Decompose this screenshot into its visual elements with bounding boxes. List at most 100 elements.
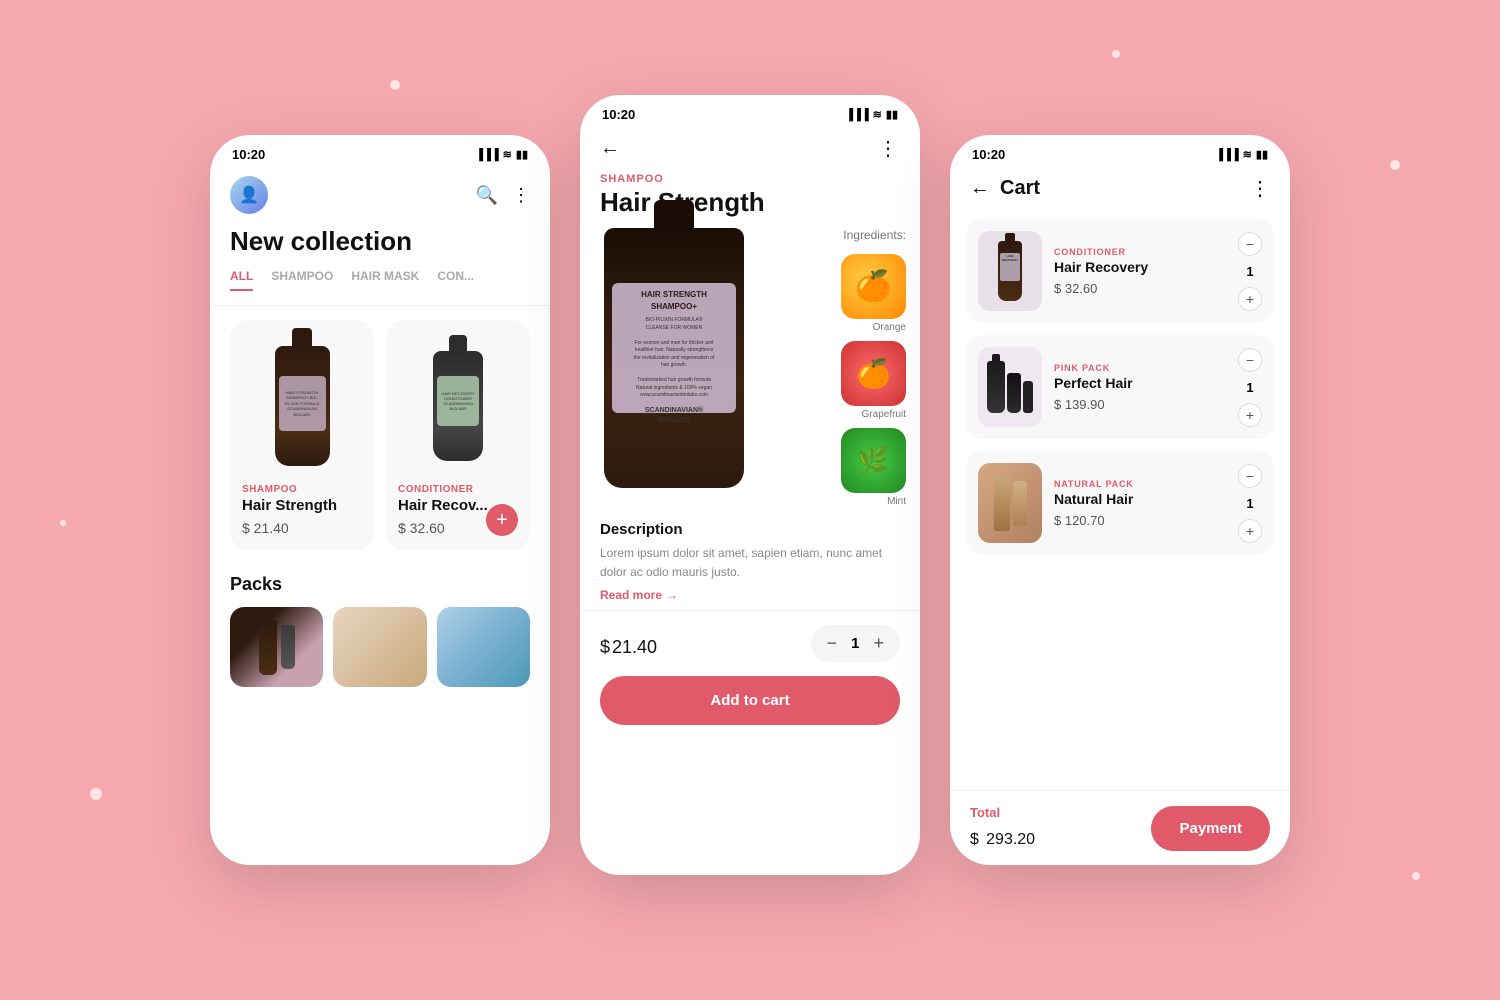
cart-category-3: NATURAL PACK: [1054, 479, 1226, 489]
cart-price-3: $ 120.70: [1054, 513, 1226, 528]
pink-pack-bottles: [987, 361, 1033, 413]
cart-increase-2[interactable]: +: [1238, 403, 1262, 427]
cart-item-pink-pack: PINK PACK Perfect Hair $ 139.90 − 1 +: [966, 335, 1274, 439]
pack-image-2: [333, 607, 426, 687]
quantity-control: − 1 +: [811, 625, 900, 662]
battery-icon-r: ▮▮: [1256, 148, 1268, 161]
pack-thumb-1[interactable]: [230, 607, 323, 687]
pack-image-1: [230, 607, 323, 687]
ingredient-mint: 🌿 Mint: [754, 428, 906, 507]
tab-conditioner[interactable]: CON...: [437, 269, 474, 291]
notch-left: [320, 135, 440, 163]
buy-section: $21.40 − 1 +: [580, 610, 920, 676]
cart-increase-1[interactable]: +: [1238, 287, 1262, 311]
cart-back: ← Cart: [970, 177, 1040, 200]
center-header: ← ⋮: [580, 128, 920, 169]
brand-bottom: SCANDINAVIAN®BIOLABS: [618, 406, 730, 427]
time-right: 10:20: [972, 147, 1005, 162]
cart-qty-num-3: 1: [1246, 496, 1253, 511]
signal-icon-c: ▐▐▐: [845, 109, 868, 121]
total-section: Total $ 293.20: [970, 805, 1035, 851]
cart-footer: Total $ 293.20 Payment: [950, 790, 1290, 865]
battery-icon: ▮▮: [516, 148, 528, 161]
packs-title: Packs: [230, 574, 530, 595]
pack-thumb-3[interactable]: [437, 607, 530, 687]
mint-visual: 🌿: [841, 428, 906, 493]
orange-image: 🍊: [841, 254, 906, 319]
phone-left: 10:20 ▐▐▐ ≋ ▮▮ 👤 🔍 ⋮ New collection ALL …: [210, 135, 550, 865]
product-price-0: $ 21.40: [242, 520, 362, 536]
pack-image-3: [437, 607, 530, 687]
cart-qty-3: − 1 +: [1238, 464, 1262, 543]
description-title: Description: [600, 521, 900, 538]
bottle-label-conditioner: HAIR RECOVERY CONDITIONER SCANDINAVIAN B…: [437, 376, 479, 426]
bottle-shampoo: HAIR STRENGTH SHAMPOO+ BIO-PILIXIN FORMU…: [275, 346, 330, 466]
wifi-icon-r: ≋: [1243, 148, 1252, 161]
brand-name: HAIR STRENGTH SHAMPOO+: [618, 289, 730, 313]
ingredient-orange: 🍊 Orange: [754, 254, 906, 333]
ingredients-label: Ingredients:: [754, 228, 906, 242]
add-button-conditioner[interactable]: +: [486, 504, 518, 536]
cart-bottle-conditioner: HAIR RECOVERY: [998, 241, 1022, 301]
more-options[interactable]: ⋮: [878, 136, 900, 161]
cart-category-1: CONDITIONER: [1054, 247, 1226, 257]
qty-increase[interactable]: +: [873, 633, 884, 654]
product-card-conditioner: HAIR RECOVERY CONDITIONER SCANDINAVIAN B…: [386, 320, 530, 550]
time-left: 10:20: [232, 147, 265, 162]
packs-section: Packs: [210, 564, 550, 697]
status-icons-left: ▐▐▐ ≋ ▮▮: [475, 148, 528, 161]
right-header: ← Cart ⋮: [950, 168, 1290, 209]
cart-item-info-3: NATURAL PACK Natural Hair $ 120.70: [1054, 479, 1226, 528]
menu-icon[interactable]: ⋮: [512, 185, 530, 206]
left-header: 👤 🔍 ⋮: [210, 168, 550, 222]
cart-qty-2: − 1 +: [1238, 348, 1262, 427]
bottle-conditioner: HAIR RECOVERY CONDITIONER SCANDINAVIAN B…: [433, 351, 483, 461]
tab-hair-mask[interactable]: HAIR MASK: [351, 269, 419, 291]
pink-bottle-b: [1007, 373, 1021, 413]
qty-decrease[interactable]: −: [827, 633, 838, 654]
cart-decrease-2[interactable]: −: [1238, 348, 1262, 372]
signal-icon: ▐▐▐: [475, 149, 498, 161]
payment-button[interactable]: Payment: [1151, 806, 1270, 851]
read-more-link[interactable]: Read more →: [600, 588, 900, 602]
cart-increase-3[interactable]: +: [1238, 519, 1262, 543]
notch-right: [1060, 135, 1180, 163]
orange-label: Orange: [873, 322, 906, 333]
cart-qty-1: − 1 +: [1238, 232, 1262, 311]
cart-decrease-1[interactable]: −: [1238, 232, 1262, 256]
cart-qty-num-2: 1: [1246, 380, 1253, 395]
packs-row: [230, 607, 530, 687]
cart-back-arrow[interactable]: ←: [970, 177, 990, 200]
natural-tube-b: [1013, 481, 1027, 526]
avatar[interactable]: 👤: [230, 176, 268, 214]
add-to-cart-button[interactable]: Add to cart: [600, 676, 900, 725]
decorative-dot: [90, 788, 102, 800]
back-button[interactable]: ←: [600, 137, 620, 160]
signal-icon-r: ▐▐▐: [1215, 149, 1238, 161]
status-icons-right: ▐▐▐ ≋ ▮▮: [1215, 148, 1268, 161]
decorative-dot: [1412, 872, 1420, 880]
category-tabs: ALL SHAMPOO HAIR MASK CON...: [210, 269, 550, 306]
cart-qty-num-1: 1: [1246, 264, 1253, 279]
cart-more-options[interactable]: ⋮: [1250, 176, 1270, 201]
collection-title: New collection: [210, 222, 550, 269]
natural-tube-a: [994, 476, 1010, 531]
search-icon[interactable]: 🔍: [476, 185, 498, 206]
phone-right: 10:20 ▐▐▐ ≋ ▮▮ ← Cart ⋮ HAIR RECOVERY CO…: [950, 135, 1290, 865]
product-name-0: Hair Strength: [242, 497, 362, 514]
pack-thumb-2[interactable]: [333, 607, 426, 687]
orange-visual: 🍊: [841, 254, 906, 319]
pink-bottle-a: [987, 361, 1005, 413]
grapefruit-image: 🍊: [841, 341, 906, 406]
cart-item-info-1: CONDITIONER Hair Recovery $ 32.60: [1054, 247, 1226, 296]
status-icons-center: ▐▐▐ ≋ ▮▮: [845, 108, 898, 121]
decorative-dot: [60, 520, 66, 526]
pink-bottle-c: [1023, 381, 1033, 413]
grapefruit-visual: 🍊: [841, 341, 906, 406]
total-amount: $ 293.20: [970, 820, 1035, 851]
read-more-text: Read more: [600, 588, 662, 602]
cart-title: Cart: [1000, 177, 1040, 200]
tab-shampoo[interactable]: SHAMPOO: [271, 269, 333, 291]
tab-all[interactable]: ALL: [230, 269, 253, 291]
cart-decrease-3[interactable]: −: [1238, 464, 1262, 488]
